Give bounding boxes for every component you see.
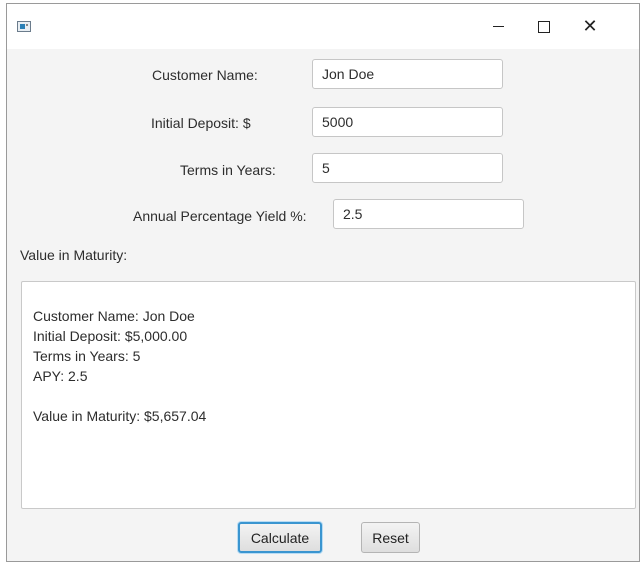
terms-in-years-label: Terms in Years: bbox=[180, 162, 276, 178]
initial-deposit-field[interactable] bbox=[312, 107, 503, 137]
initial-deposit-label: Initial Deposit: $ bbox=[151, 115, 251, 131]
maximize-button[interactable] bbox=[521, 4, 567, 49]
app-icon bbox=[17, 21, 31, 32]
app-window: ✕ Customer Name: Initial Deposit: $ Term… bbox=[6, 3, 640, 562]
apy-field[interactable] bbox=[333, 199, 524, 229]
customer-name-field[interactable] bbox=[312, 59, 503, 89]
value-in-maturity-label: Value in Maturity: bbox=[20, 247, 128, 263]
apy-label: Annual Percentage Yield %: bbox=[133, 208, 307, 224]
minimize-button[interactable] bbox=[475, 4, 521, 49]
minimize-icon bbox=[492, 26, 504, 27]
reset-button[interactable]: Reset bbox=[361, 522, 420, 553]
close-icon: ✕ bbox=[582, 15, 598, 37]
terms-in-years-field[interactable] bbox=[312, 153, 503, 183]
result-text-area[interactable]: Customer Name: Jon Doe Initial Deposit: … bbox=[21, 281, 636, 509]
title-bar[interactable]: ✕ bbox=[7, 4, 639, 49]
customer-name-label: Customer Name: bbox=[152, 67, 258, 83]
maximize-icon bbox=[538, 20, 550, 33]
calculate-button[interactable]: Calculate bbox=[238, 522, 322, 553]
close-button[interactable]: ✕ bbox=[567, 4, 613, 49]
